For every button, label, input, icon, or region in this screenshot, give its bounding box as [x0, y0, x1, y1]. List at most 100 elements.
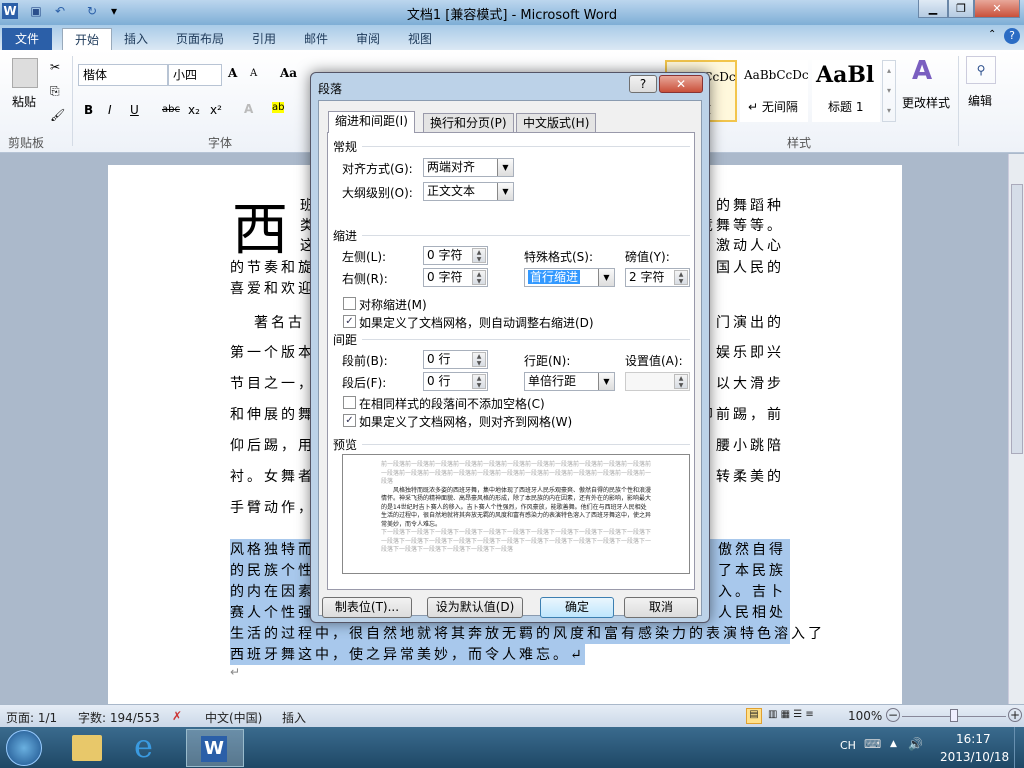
by-input[interactable]: 2 字符 ▲ ▼	[625, 268, 690, 287]
dialog-help-button[interactable]: ?	[629, 75, 657, 93]
start-button[interactable]	[6, 730, 42, 766]
alignment-select[interactable]: 两端对齐 ▼	[423, 158, 514, 177]
style-no-spacing[interactable]: AaBbCcDc ↵ 无间隔	[740, 60, 809, 122]
set-default-button[interactable]: 设为默认值(D)	[427, 597, 523, 618]
chevron-down-icon[interactable]: ▼	[497, 183, 513, 200]
tab-review[interactable]: 审阅	[344, 28, 392, 50]
keyboard-icon[interactable]: ⌨	[864, 737, 881, 751]
spinner[interactable]: ▲ ▼	[674, 270, 688, 285]
mirror-indents-checkbox[interactable]	[343, 297, 356, 310]
superscript-button[interactable]: x²	[210, 103, 222, 117]
paste-button[interactable]: 粘贴	[12, 93, 36, 110]
vertical-scrollbar[interactable]	[1008, 154, 1024, 704]
tab-insert[interactable]: 插入	[112, 28, 160, 50]
spinner[interactable]: ▲ ▼	[472, 374, 486, 389]
preview-prev-paragraph: 前一段落前一段落前一段落前一段落前一段落前一段落前一段落前一段落前一段落前一段落…	[381, 461, 652, 485]
alignment-label: 对齐方式(G):	[342, 162, 413, 176]
format-painter-icon[interactable]: 🖌	[50, 108, 65, 122]
tab-indents-spacing[interactable]: 缩进和间距(I)	[328, 111, 415, 133]
explorer-icon[interactable]	[72, 735, 102, 761]
line-spacing-select[interactable]: 单倍行距 ▼	[524, 372, 615, 391]
ribbon-tabs: 文件 开始 插入 页面布局 引用 邮件 审阅 视图 ⌃ ?	[0, 25, 1024, 50]
tab-home[interactable]: 开始	[62, 28, 113, 50]
auto-right-indent-checkbox[interactable]: ✓	[343, 315, 356, 328]
subscript-button[interactable]: x₂	[188, 103, 200, 117]
show-desktop-button[interactable]	[1014, 727, 1024, 768]
cancel-button[interactable]: 取消	[624, 597, 698, 618]
document-line-right: 激动人心	[716, 238, 784, 254]
tabs-button[interactable]: 制表位(T)...	[322, 597, 412, 618]
grow-font-button[interactable]: A	[228, 66, 237, 80]
highlight-icon[interactable]: ab	[272, 102, 285, 113]
paste-icon[interactable]	[12, 58, 38, 88]
proofing-icon[interactable]: ✗	[172, 709, 182, 723]
print-layout-icon[interactable]: ▤	[746, 708, 762, 724]
insert-mode[interactable]: 插入	[282, 709, 306, 726]
at-input[interactable]: ▲ ▼	[625, 372, 690, 391]
styles-scroll[interactable]: ▴ ▾ ▾	[882, 60, 896, 122]
outline-level-select[interactable]: 正文文本 ▼	[423, 182, 514, 201]
tab-file[interactable]: 文件	[2, 28, 52, 50]
style-heading-1[interactable]: AaBl 标题 1	[812, 60, 880, 122]
zoom-out-button[interactable]: −	[886, 708, 900, 722]
spinner[interactable]: ▲ ▼	[472, 352, 486, 367]
help-icon[interactable]: ?	[1004, 28, 1020, 44]
strikethrough-button[interactable]: abc	[162, 104, 180, 115]
text-effects-icon[interactable]: A	[244, 102, 253, 116]
cut-icon[interactable]: ✂	[50, 60, 60, 74]
general-heading: 常规	[333, 140, 358, 154]
word-count[interactable]: 字数: 194/553	[78, 709, 160, 726]
tab-view[interactable]: 视图	[396, 28, 444, 50]
collapse-ribbon-icon[interactable]: ⌃	[988, 29, 996, 40]
view-mode-icons[interactable]: ▥ ▦ ☰ ≡	[768, 709, 814, 720]
auto-right-indent-label: 如果定义了文档网格，则自动调整右缩进(D)	[359, 316, 594, 330]
spinner[interactable]: ▲ ▼	[472, 270, 486, 285]
underline-button[interactable]: U	[130, 103, 139, 117]
close-window-button[interactable]: ✕	[974, 0, 1020, 18]
restore-button[interactable]: ❐	[948, 0, 974, 18]
before-input[interactable]: 0 行 ▲ ▼	[423, 350, 488, 369]
volume-icon[interactable]: 🔊	[908, 737, 923, 751]
snap-to-grid-checkbox[interactable]: ✓	[343, 414, 356, 427]
tab-mailings[interactable]: 邮件	[292, 28, 340, 50]
spinner[interactable]: ▲ ▼	[472, 248, 486, 263]
input-language[interactable]: CH	[840, 739, 856, 752]
copy-icon[interactable]: ⎘	[50, 84, 60, 99]
zoom-level[interactable]: 100%	[848, 709, 882, 723]
italic-button[interactable]: I	[108, 103, 112, 117]
snap-to-grid-label: 如果定义了文档网格，则对齐到网格(W)	[359, 415, 573, 429]
clock-date[interactable]: 2013/10/18	[940, 750, 1009, 764]
chevron-down-icon[interactable]: ▼	[497, 159, 513, 176]
page-count[interactable]: 页面: 1/1	[6, 709, 57, 726]
tab-asian-typography[interactable]: 中文版式(H)	[516, 113, 597, 133]
special-select[interactable]: 首行缩进 ▼	[524, 268, 615, 287]
no-space-checkbox[interactable]	[343, 396, 356, 409]
tab-references[interactable]: 引用	[240, 28, 288, 50]
ie-icon[interactable]: e	[134, 727, 153, 765]
tab-line-page-breaks[interactable]: 换行和分页(P)	[423, 113, 514, 133]
change-styles-button[interactable]: 更改样式	[902, 94, 950, 111]
font-name-combo[interactable]: 楷体	[78, 64, 168, 86]
shrink-font-button[interactable]: A	[250, 68, 257, 79]
tab-page-layout[interactable]: 页面布局	[164, 28, 236, 50]
dialog-close-button[interactable]: ✕	[659, 75, 703, 93]
clock-time[interactable]: 16:17	[956, 732, 991, 746]
scroll-thumb[interactable]	[1011, 184, 1023, 454]
zoom-slider-thumb[interactable]	[950, 709, 958, 722]
minimize-button[interactable]: ▁	[918, 0, 948, 18]
indent-right-input[interactable]: 0 字符 ▲ ▼	[423, 268, 488, 287]
font-size-combo[interactable]: 小四	[168, 64, 222, 86]
after-input[interactable]: 0 行 ▲ ▼	[423, 372, 488, 391]
change-case-button[interactable]: Aa	[280, 66, 297, 80]
bold-button[interactable]: B	[84, 103, 93, 117]
spinner[interactable]: ▲ ▼	[674, 374, 688, 389]
chevron-down-icon[interactable]: ▼	[598, 269, 614, 286]
indent-left-input[interactable]: 0 字符 ▲ ▼	[423, 246, 488, 265]
language-indicator[interactable]: 中文(中国)	[205, 709, 262, 726]
word-taskbar-button[interactable]: W	[186, 729, 244, 767]
editing-button[interactable]: 编辑	[968, 92, 992, 109]
show-hidden-icons[interactable]: ▲	[890, 739, 897, 749]
ok-button[interactable]: 确定	[540, 597, 614, 618]
chevron-down-icon[interactable]: ▼	[598, 373, 614, 390]
zoom-in-button[interactable]: +	[1008, 708, 1022, 722]
